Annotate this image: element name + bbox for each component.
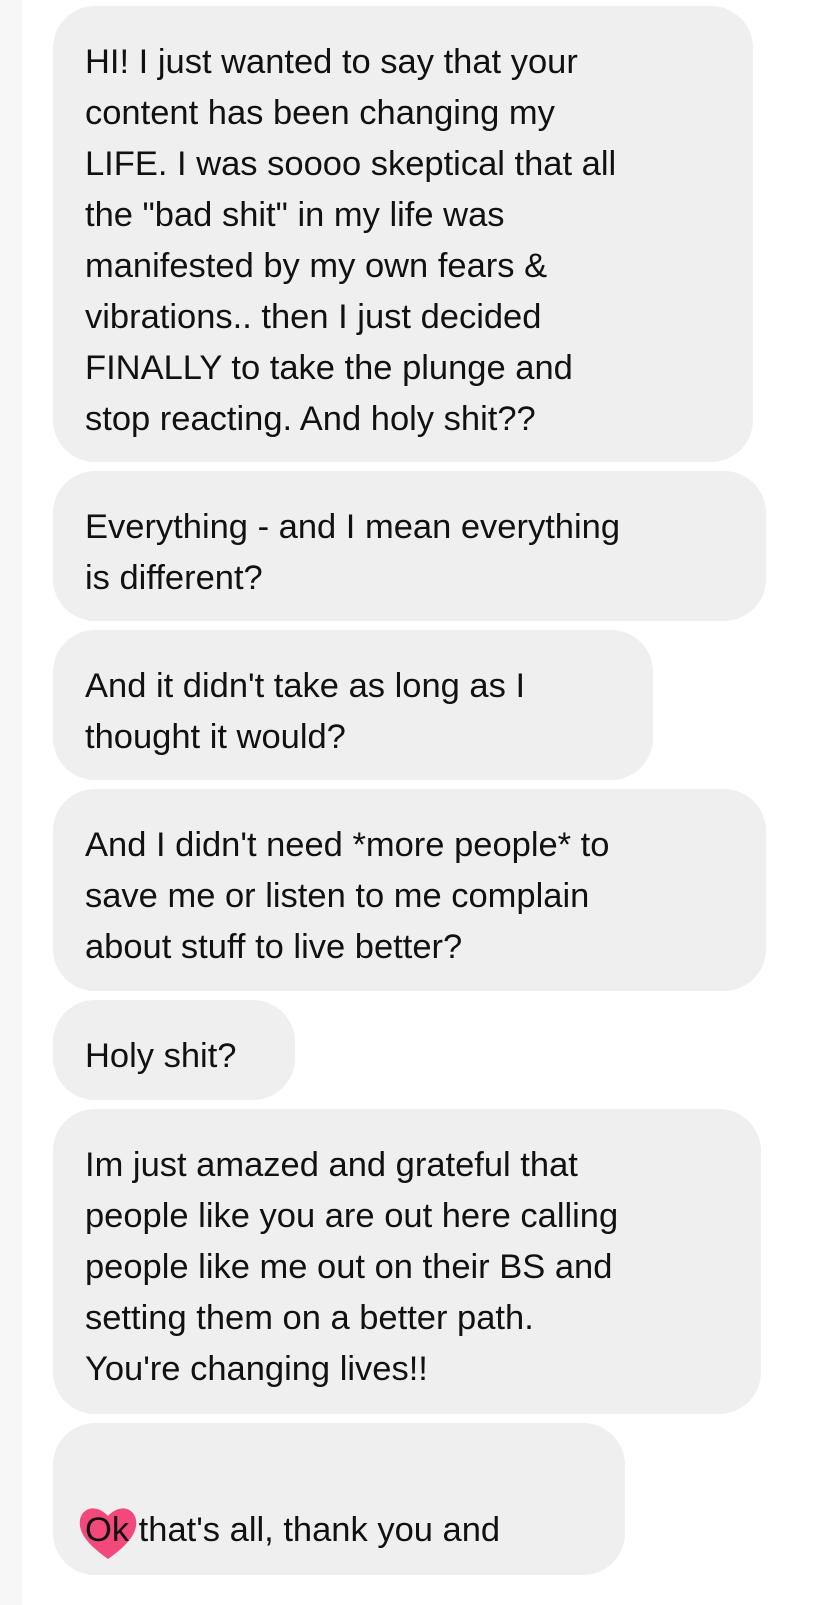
message-bubble[interactable]: Everything - and I mean everything is di… [53,471,766,621]
message-bubble[interactable]: And it didn't take as long as I thought … [53,630,653,780]
message-bubble[interactable]: Holy shit? [53,1000,295,1100]
message-thread: HI! I just wanted to say that your conte… [53,6,793,1584]
message-bubble[interactable]: Im just amazed and grateful that people … [53,1109,761,1414]
highlighted-word: Ok [85,1511,130,1549]
message-line-rest: that's all, thank you and [129,1511,501,1549]
message-bubble[interactable]: And I didn't need *more people* to save … [53,789,766,991]
left-edge-strip [0,0,22,1605]
message-bubble[interactable]: HI! I just wanted to say that your conte… [53,6,753,462]
reacted-word: Ok [79,1505,137,1559]
message-bubble-last[interactable]: Ok that's all, thank you and goodnight [53,1423,625,1575]
message-text: Ok that's all, thank you and goodnight [79,1505,591,1605]
